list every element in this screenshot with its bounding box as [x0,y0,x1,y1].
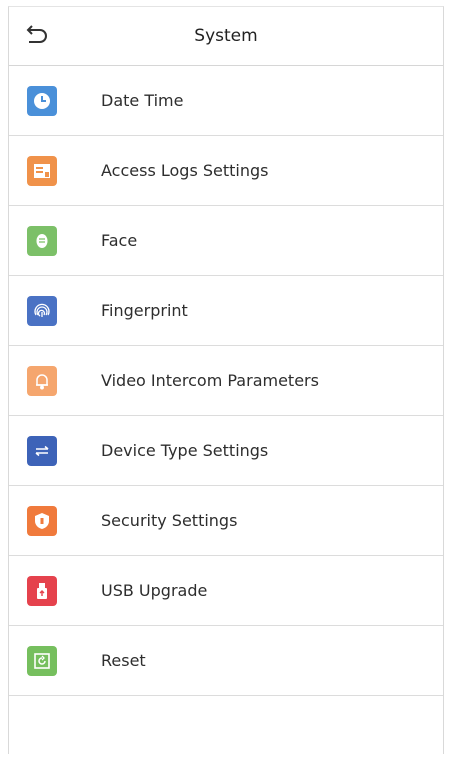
menu-item-label: Face [101,231,138,250]
usb-icon [27,575,57,606]
menu-item-fingerprint[interactable]: Fingerprint [9,276,443,346]
back-button[interactable] [23,24,51,48]
clock-icon [27,85,57,116]
menu-item-date-time[interactable]: Date Time [9,66,443,136]
menu-item-reset[interactable]: Reset [9,626,443,696]
menu-item-access-logs-settings[interactable]: Access Logs Settings [9,136,443,206]
system-screen: System Date Time Access Logs Settings Fa… [8,6,444,754]
back-arrow-icon [26,25,47,43]
menu-item-device-type-settings[interactable]: Device Type Settings [9,416,443,486]
menu-item-label: Device Type Settings [101,441,269,460]
fingerprint-icon [27,295,57,326]
reset-icon [27,645,57,676]
logs-icon [27,155,57,186]
menu-item-label: USB Upgrade [101,581,208,600]
shield-icon [27,505,57,536]
menu-item-label: Video Intercom Parameters [101,371,319,390]
header: System [9,7,443,66]
menu-item-usb-upgrade[interactable]: USB Upgrade [9,556,443,626]
bell-icon [27,365,57,396]
menu-item-label: Fingerprint [101,301,188,320]
page-title: System [194,26,258,46]
menu-item-video-intercom-parameters[interactable]: Video Intercom Parameters [9,346,443,416]
menu-item-label: Security Settings [101,511,238,530]
menu-item-label: Reset [101,651,146,670]
face-icon [27,225,57,256]
menu-item-label: Access Logs Settings [101,161,269,180]
menu-item-label: Date Time [101,91,184,110]
swap-arrows-icon [27,435,57,466]
menu-item-security-settings[interactable]: Security Settings [9,486,443,556]
menu-item-face[interactable]: Face [9,206,443,276]
settings-menu: Date Time Access Logs Settings Face Fing… [9,66,443,696]
